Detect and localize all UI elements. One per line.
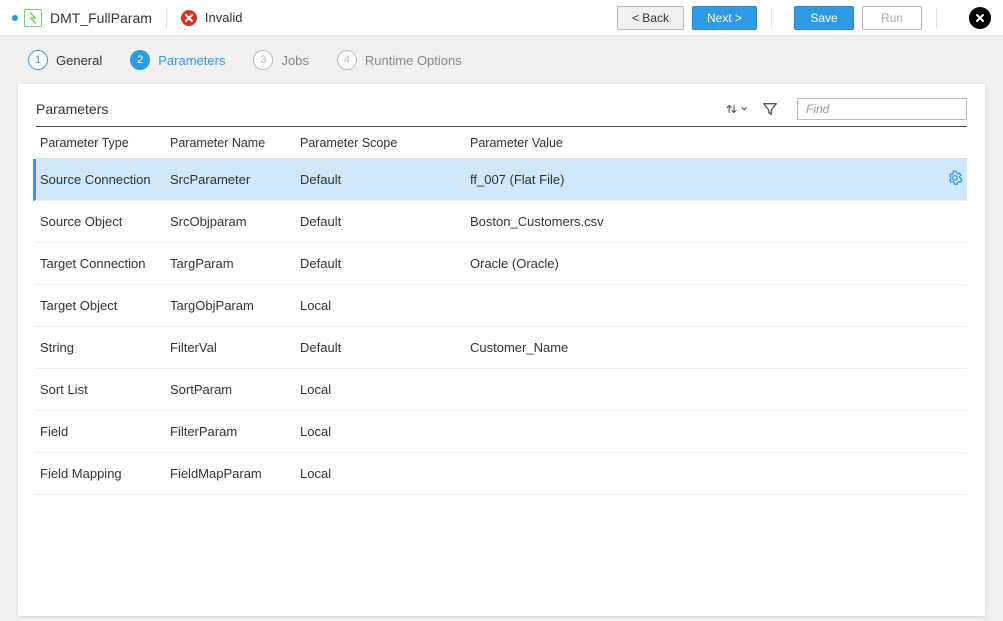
parameters-panel: Parameters Parameter Type Parameter Name…: [18, 84, 985, 616]
cell-scope: Local: [300, 298, 470, 313]
save-button[interactable]: Save: [794, 6, 854, 30]
cell-name: SrcObjparam: [170, 214, 300, 229]
row-action: [927, 170, 963, 189]
step-number-badge: 3: [253, 50, 273, 70]
cell-scope: Default: [300, 172, 470, 187]
step-jobs[interactable]: 3 Jobs: [253, 50, 308, 70]
step-label: Parameters: [158, 53, 225, 68]
cell-value: Customer_Name: [470, 340, 927, 355]
step-label: Jobs: [281, 53, 308, 68]
validation-status: Invalid: [181, 10, 243, 26]
cell-scope: Default: [300, 256, 470, 271]
cell-value: Boston_Customers.csv: [470, 214, 927, 229]
step-number-badge: 4: [337, 50, 357, 70]
step-number-badge: 1: [28, 50, 48, 70]
table-row[interactable]: StringFilterValDefaultCustomer_Name: [36, 327, 967, 369]
col-header-type: Parameter Type: [40, 136, 170, 150]
panel-toolbar: Parameters: [36, 98, 967, 127]
col-header-scope: Parameter Scope: [300, 136, 470, 150]
col-header-value: Parameter Value: [470, 136, 927, 150]
table-row[interactable]: Source ConnectionSrcParameterDefaultff_0…: [33, 159, 967, 201]
table-row[interactable]: Sort ListSortParamLocal: [36, 369, 967, 411]
cell-value: ff_007 (Flat File): [470, 172, 927, 187]
step-label: General: [56, 53, 102, 68]
unsaved-indicator-icon: [12, 15, 18, 21]
cell-type: Target Object: [40, 298, 170, 313]
cell-scope: Local: [300, 424, 470, 439]
sort-button[interactable]: [725, 98, 747, 120]
cell-name: FilterVal: [170, 340, 300, 355]
wizard-steps: 1 General 2 Parameters 3 Jobs 4 Runtime …: [0, 36, 1003, 84]
cell-type: Source Object: [40, 214, 170, 229]
cell-scope: Local: [300, 382, 470, 397]
top-bar: DMT_FullParam Invalid < Back Next > Save…: [0, 0, 1003, 36]
cell-scope: Default: [300, 340, 470, 355]
next-button[interactable]: Next >: [692, 6, 757, 30]
cell-name: TargParam: [170, 256, 300, 271]
filter-icon: [762, 101, 778, 117]
row-settings-button[interactable]: [947, 170, 963, 189]
cell-type: Source Connection: [40, 172, 170, 187]
divider: [166, 8, 167, 28]
table-row[interactable]: Field MappingFieldMapParamLocal: [36, 453, 967, 495]
cell-name: TargObjParam: [170, 298, 300, 313]
col-header-name: Parameter Name: [170, 136, 300, 150]
table-body: Source ConnectionSrcParameterDefaultff_0…: [36, 159, 967, 495]
cell-scope: Default: [300, 214, 470, 229]
cell-name: FilterParam: [170, 424, 300, 439]
table-row[interactable]: FieldFilterParamLocal: [36, 411, 967, 453]
cell-type: Target Connection: [40, 256, 170, 271]
validation-status-text: Invalid: [205, 10, 243, 25]
divider: [936, 8, 937, 28]
task-type-icon: [24, 9, 42, 27]
cell-type: Field Mapping: [40, 466, 170, 481]
sort-icon: [725, 101, 739, 117]
cell-type: String: [40, 340, 170, 355]
error-icon: [181, 10, 197, 26]
divider: [771, 8, 772, 28]
close-icon: [975, 13, 985, 23]
step-general[interactable]: 1 General: [28, 50, 102, 70]
table-row[interactable]: Source ObjectSrcObjparamDefaultBoston_Cu…: [36, 201, 967, 243]
back-button[interactable]: < Back: [617, 6, 684, 30]
cell-value: Oracle (Oracle): [470, 256, 927, 271]
chevron-down-icon: [741, 106, 747, 112]
step-label: Runtime Options: [365, 53, 462, 68]
step-parameters[interactable]: 2 Parameters: [130, 50, 225, 70]
run-button[interactable]: Run: [862, 6, 922, 30]
filter-button[interactable]: [759, 98, 781, 120]
panel-title: Parameters: [36, 101, 108, 117]
table-row[interactable]: Target ConnectionTargParamDefaultOracle …: [36, 243, 967, 285]
table-row[interactable]: Target ObjectTargObjParamLocal: [36, 285, 967, 327]
cell-type: Sort List: [40, 382, 170, 397]
table-header: Parameter Type Parameter Name Parameter …: [36, 127, 967, 159]
cell-type: Field: [40, 424, 170, 439]
find-input[interactable]: [797, 98, 967, 120]
step-number-badge: 2: [130, 50, 150, 70]
step-runtime-options[interactable]: 4 Runtime Options: [337, 50, 462, 70]
cell-scope: Local: [300, 466, 470, 481]
page-title: DMT_FullParam: [50, 10, 152, 26]
cell-name: SrcParameter: [170, 172, 300, 187]
close-button[interactable]: [969, 7, 991, 29]
cell-name: SortParam: [170, 382, 300, 397]
cell-name: FieldMapParam: [170, 466, 300, 481]
gear-icon: [947, 170, 963, 189]
